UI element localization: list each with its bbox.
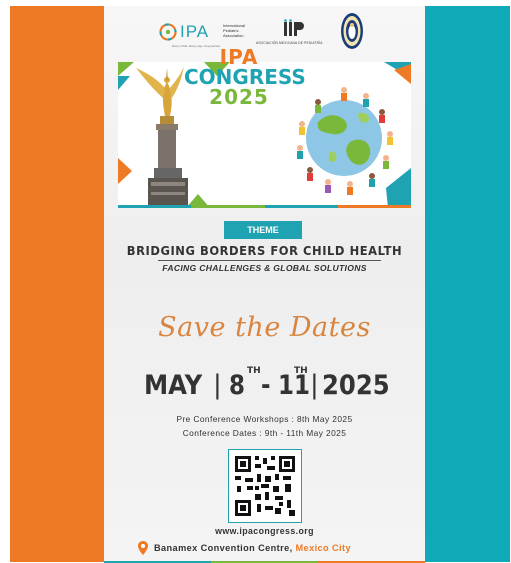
hero-title: IPA CONGRESS 2025 <box>184 45 306 109</box>
save-the-dates: Save the Dates <box>158 312 371 343</box>
page: IPA International Pediatric Association … <box>0 0 511 563</box>
hero-title-ipa: IPA <box>219 45 259 69</box>
date-separator: | <box>213 370 222 400</box>
hero-stripe <box>118 205 411 208</box>
date-dash: - <box>261 370 271 401</box>
date-separator: | <box>310 370 319 400</box>
venue-city: Mexico City <box>295 543 351 553</box>
hero-title-year: 2025 <box>209 85 269 109</box>
theme-divider <box>158 260 381 261</box>
date-month: MAY <box>144 370 203 401</box>
date-suffix-start: TH <box>247 366 261 376</box>
theme-subtitle: FACING CHALLENGES & GLOBAL SOLUTIONS <box>162 263 367 273</box>
congress-poster: IPA International Pediatric Association … <box>104 6 425 562</box>
theme-badge: THEME <box>224 221 302 239</box>
date-year: 2025 <box>322 370 390 401</box>
pre-conference-dates: Pre Conference Workshops : 8th May 2025 <box>176 414 353 424</box>
ipa-logo-text: IPA <box>180 22 210 41</box>
amp-mark-icon <box>284 19 304 36</box>
venue-text: Banamex Convention Centre, Mexico City <box>154 543 351 553</box>
qr-code-icon <box>235 456 295 516</box>
amp-name: ASOCIACIÓN MEXICANA DE PEDIATRÍA <box>256 41 323 45</box>
hero-title-congress: CONGRESS <box>184 65 306 89</box>
amp-logo: ASOCIACIÓN MEXICANA DE PEDIATRÍA <box>256 19 336 49</box>
conference-dates: Conference Dates : 9th - 11th May 2025 <box>182 428 347 438</box>
right-teal-band <box>425 6 510 562</box>
venue: Banamex Convention Centre, Mexico City <box>138 541 398 557</box>
ipa-ring-icon <box>159 23 177 41</box>
location-pin-icon <box>138 541 148 555</box>
date-day-start: 8 <box>229 370 245 401</box>
date-suffix-end: TH <box>294 366 308 376</box>
theme-title: BRIDGING BORDERS FOR CHILD HEALTH <box>126 243 403 258</box>
ipa-logo: IPA International Pediatric Association … <box>158 20 250 48</box>
event-dates: MAY | 8 TH - 11 TH | 2025 <box>144 366 390 406</box>
website-link[interactable]: www.ipacongress.org <box>104 526 425 536</box>
left-orange-band <box>10 6 104 562</box>
seal-icon <box>341 13 363 49</box>
qr-code[interactable] <box>228 449 302 523</box>
venue-place: Banamex Convention Centre, <box>154 543 296 553</box>
ipa-full-name: International Pediatric Association <box>223 23 246 38</box>
